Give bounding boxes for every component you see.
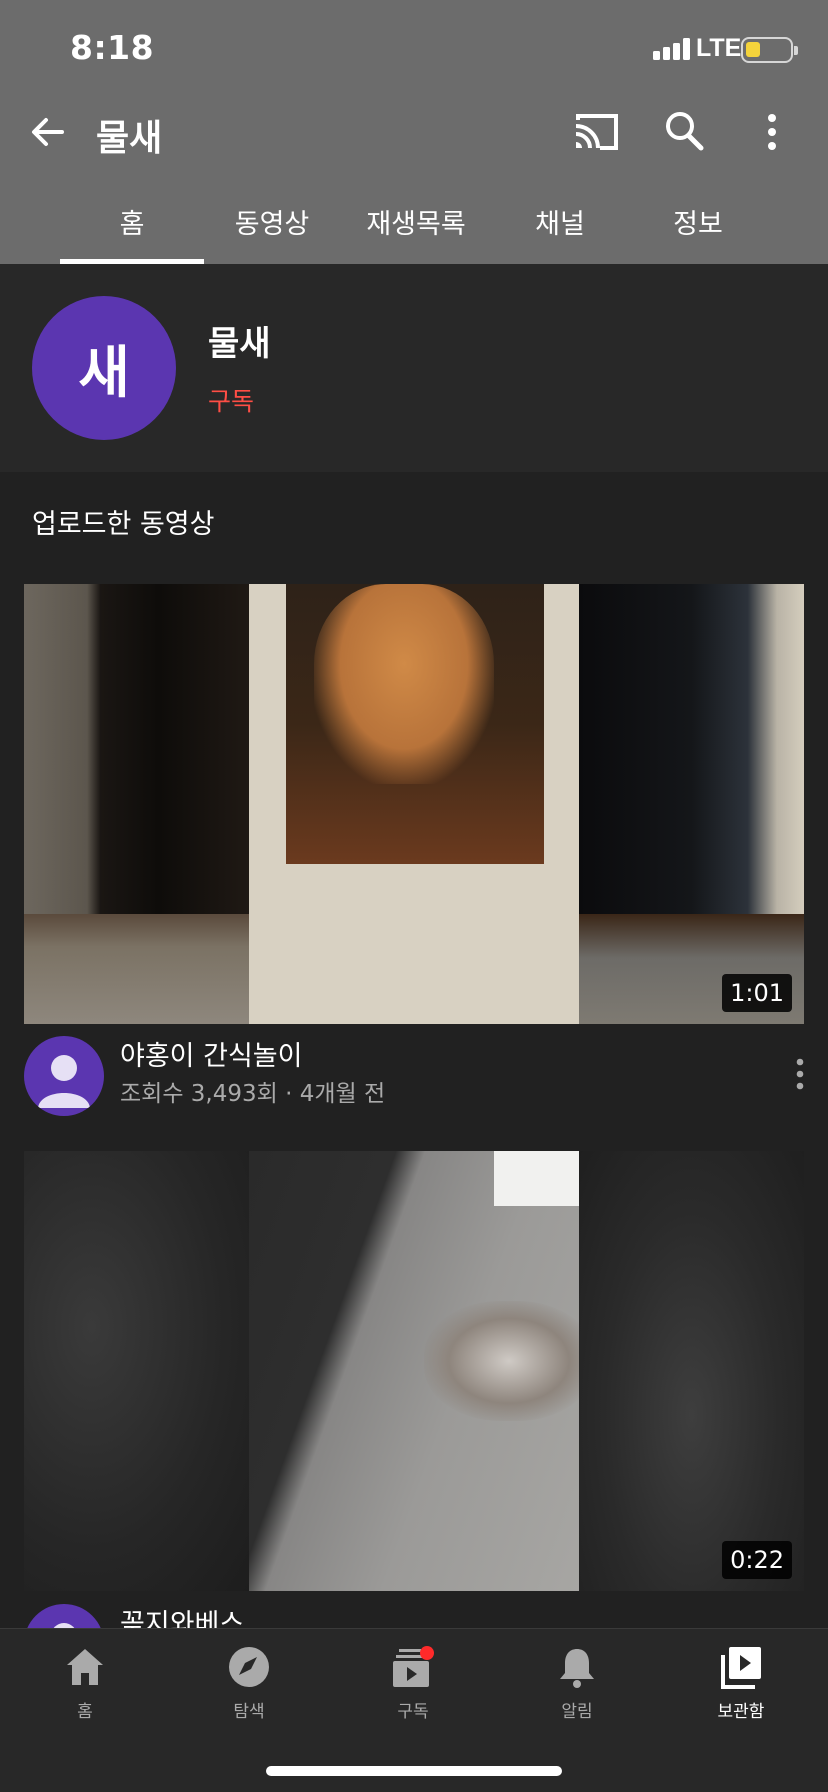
back-arrow-icon[interactable] [28,112,68,152]
video-stats: 조회수 3,493회 · 4개월 전 [120,1081,386,1107]
nav-subscriptions[interactable]: 구독 [358,1645,468,1722]
video-title: 야홍이 간식놀이 [120,1041,303,1072]
cast-icon[interactable] [572,112,620,152]
signal-icon [653,38,691,60]
more-vert-icon[interactable] [760,112,784,152]
tab-label: 정보 [673,209,723,240]
tab-about[interactable]: 정보 [626,194,770,264]
tab-playlists[interactable]: 재생목록 [344,194,488,264]
nav-label: 홈 [77,1702,93,1722]
app-bar: 물새 [0,100,828,164]
network-label: LTE [696,34,742,62]
nav-home[interactable]: 홈 [30,1645,140,1722]
search-icon[interactable] [664,110,704,152]
nav-library[interactable]: 보관함 [686,1645,796,1722]
video-duration: 1:01 [722,974,792,1012]
status-time: 8:18 [70,28,155,67]
nav-label: 탐색 [233,1702,265,1722]
video-meta[interactable]: 야홍이 간식놀이 조회수 3,493회 · 4개월 전 [0,1024,828,1116]
avatar [24,1604,104,1628]
more-vert-icon[interactable] [796,1058,804,1090]
channel-header: 새 물새 구독 [0,264,828,472]
video-thumbnail[interactable]: 0:22 [24,1151,804,1591]
section-title: 업로드한 동영상 [32,509,215,540]
nav-explore[interactable]: 탐색 [194,1645,304,1722]
battery-icon [741,37,798,63]
video-title: 꽂지와베스 [120,1609,245,1628]
header: 8:18 LTE 물새 홈 동영상 재생목록 채널 정보 [0,0,828,264]
tab-label: 동영상 [234,209,310,240]
nav-notifications[interactable]: 알림 [522,1645,632,1722]
video-thumbnail[interactable]: 1:01 [24,584,804,1024]
tab-label: 홈 [119,209,145,240]
nav-label: 보관함 [717,1702,765,1722]
tab-label: 재생목록 [366,209,466,240]
home-indicator [266,1766,562,1776]
home-icon [67,1649,103,1685]
tab-videos[interactable]: 동영상 [200,194,344,264]
tab-home[interactable]: 홈 [60,194,204,264]
video-duration: 0:22 [722,1541,792,1579]
tab-channels[interactable]: 채널 [488,194,632,264]
video-meta[interactable]: 꽂지와베스 [0,1590,828,1628]
explore-icon [229,1647,269,1687]
bell-icon [560,1649,594,1688]
channel-avatar: 새 [32,296,176,440]
nav-label: 구독 [397,1702,429,1722]
status-bar: 8:18 LTE [0,0,828,100]
channel-name: 물새 [208,324,271,364]
channel-tabs: 홈 동영상 재생목록 채널 정보 [0,194,828,264]
subscribe-button[interactable]: 구독 [208,382,254,418]
nav-label: 알림 [561,1702,593,1722]
avatar [24,1036,104,1116]
page-title: 물새 [96,118,163,159]
subscriptions-icon [393,1646,434,1687]
library-icon [721,1647,761,1689]
tab-label: 채널 [535,209,585,240]
